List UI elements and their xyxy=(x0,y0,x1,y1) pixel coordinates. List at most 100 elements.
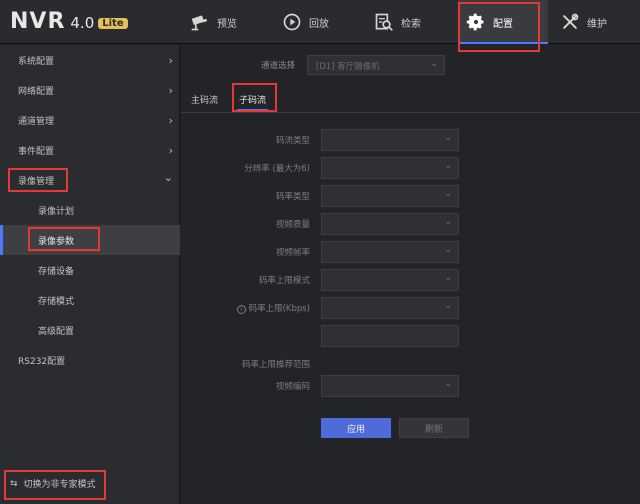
nav-label: 检索 xyxy=(401,18,421,30)
sidebar: 系统配置 › 网络配置 › 通道管理 › 事件配置 › 录像管理 ⌄ 录像计划 … xyxy=(0,45,180,504)
apply-button[interactable]: 应用 xyxy=(321,418,391,438)
sidebar-item-advanced[interactable]: 高级配置 xyxy=(0,315,180,345)
playback-icon xyxy=(283,13,301,31)
chevron-down-icon: ⌄ xyxy=(444,301,452,311)
refresh-button[interactable]: 刷新 xyxy=(399,418,469,438)
bitrate-limit-select[interactable]: ⌄ xyxy=(321,297,459,319)
field-label: 码率上限推荐范围 xyxy=(241,360,310,370)
field-label: 视频质量 xyxy=(275,220,310,230)
form-row-bitrate-limit: i 码率上限(Kbps) ⌄ xyxy=(181,297,640,319)
nav-search[interactable]: 检索 xyxy=(374,0,454,44)
sidebar-item-recording[interactable]: 录像管理 ⌄ xyxy=(0,165,180,195)
tools-icon xyxy=(563,13,579,29)
search-doc-icon xyxy=(375,13,393,31)
form-row-bitrate-type: 码率类型 ⌄ xyxy=(181,185,640,207)
chevron-right-icon: › xyxy=(168,53,173,67)
nav-preview[interactable]: 预览 xyxy=(190,0,270,44)
sidebar-item-event[interactable]: 事件配置 › xyxy=(0,135,180,165)
nav-maintain[interactable]: 维护 xyxy=(560,0,635,44)
lite-badge: Lite xyxy=(98,18,128,29)
sidebar-item-label: 系统配置 xyxy=(18,56,55,67)
sidebar-item-record-schedule[interactable]: 录像计划 xyxy=(0,195,180,225)
logo-version: 4.0 xyxy=(70,14,95,32)
field-label: 分辨率 (最大为6) xyxy=(244,164,310,174)
gear-icon xyxy=(466,13,484,31)
field-label: 视频帧率 xyxy=(275,248,310,258)
video-quality-select[interactable]: ⌄ xyxy=(321,213,459,235)
resolution-select[interactable]: ⌄ xyxy=(321,157,459,179)
camera-icon xyxy=(191,15,208,31)
nav-label: 回放 xyxy=(309,18,329,30)
sidebar-item-label: 通道管理 xyxy=(18,116,55,127)
sidebar-item-label: 录像参数 xyxy=(38,236,75,247)
chevron-down-icon: ⌄ xyxy=(430,59,439,69)
chevron-down-icon: ⌄ xyxy=(444,133,452,143)
main-content: 通道选择 [D1] 客厅摄像机 ⌄ 主码流 子码流 码流类型 ⌄ 分辨率 (最大… xyxy=(181,45,640,504)
form-row-bitrate-range: 码率上限推荐范围 xyxy=(181,353,640,375)
nav-playback[interactable]: 回放 xyxy=(282,0,362,44)
video-encoding-select[interactable]: ⌄ xyxy=(321,375,459,397)
chevron-right-icon: › xyxy=(168,143,173,157)
sidebar-item-system[interactable]: 系统配置 › xyxy=(0,45,180,75)
chevron-right-icon: › xyxy=(168,83,173,97)
info-icon: i xyxy=(236,305,246,314)
sidebar-item-label: 网络配置 xyxy=(18,86,55,97)
sidebar-item-label: 事件配置 xyxy=(18,146,55,157)
field-label: 码率类型 xyxy=(275,192,310,202)
nav-config[interactable]: 配置 xyxy=(458,0,548,44)
form-row-bitrate-limit-mode: 码率上限模式 ⌄ xyxy=(181,269,640,291)
stream-type-select[interactable]: ⌄ xyxy=(321,129,459,151)
form-row-frame-rate: 视频帧率 ⌄ xyxy=(181,241,640,263)
form-row-video-quality: 视频质量 ⌄ xyxy=(181,213,640,235)
stream-tabs: 主码流 子码流 xyxy=(181,85,640,113)
sidebar-item-label: 录像计划 xyxy=(38,206,75,217)
field-label: 码流类型 xyxy=(275,136,310,146)
field-label: i 码率上限(Kbps) xyxy=(236,302,310,314)
mode-switch-label: 切换为非专家模式 xyxy=(23,480,96,490)
tab-active-underline xyxy=(237,109,269,111)
sidebar-item-record-params[interactable]: 录像参数 xyxy=(0,225,180,255)
bitrate-input[interactable] xyxy=(321,325,459,347)
sidebar-item-label: 存储模式 xyxy=(38,296,75,307)
chevron-down-icon: ⌄ xyxy=(444,189,452,199)
chevron-down-icon: ⌄ xyxy=(444,273,452,283)
chevron-down-icon: ⌄ xyxy=(163,171,173,184)
form-row-stream-type: 码流类型 ⌄ xyxy=(181,129,640,151)
selected-indicator xyxy=(0,225,3,255)
logo-text: NVR xyxy=(10,9,66,34)
sidebar-item-label: 录像管理 xyxy=(18,176,55,187)
chevron-down-icon: ⌄ xyxy=(444,245,452,255)
channel-label: 通道选择 xyxy=(261,61,296,71)
tab-main-stream[interactable]: 主码流 xyxy=(191,93,218,106)
sidebar-item-rs232[interactable]: RS232配置 xyxy=(0,345,180,375)
frame-rate-select[interactable]: ⌄ xyxy=(321,241,459,263)
bitrate-type-select[interactable]: ⌄ xyxy=(321,185,459,207)
form-row-resolution: 分辨率 (最大为6) ⌄ xyxy=(181,157,640,179)
active-underline xyxy=(458,42,548,44)
nav-label: 维护 xyxy=(587,18,607,30)
logo: NVR 4.0 Lite xyxy=(10,9,128,35)
form-row-bitrate-input xyxy=(181,325,640,347)
sidebar-item-label: RS232配置 xyxy=(18,356,66,367)
nav-label: 配置 xyxy=(493,18,513,30)
channel-select-row: 通道选择 [D1] 客厅摄像机 ⌄ xyxy=(261,55,446,75)
tab-label: 主码流 xyxy=(191,96,219,106)
mode-switch-button[interactable]: ⇆ 切换为非专家模式 xyxy=(10,477,96,491)
field-label: 视频编码 xyxy=(275,382,310,392)
sidebar-item-storage-device[interactable]: 存储设备 xyxy=(0,255,180,285)
chevron-down-icon: ⌄ xyxy=(444,379,452,389)
top-bar: NVR 4.0 Lite 预览 回放 检索 配置 维护 xyxy=(0,0,640,44)
nav-label: 预览 xyxy=(217,18,237,30)
chevron-right-icon: › xyxy=(168,113,173,127)
channel-select[interactable]: [D1] 客厅摄像机 ⌄ xyxy=(307,55,446,75)
sidebar-item-channel[interactable]: 通道管理 › xyxy=(0,105,180,135)
tab-sub-stream[interactable]: 子码流 xyxy=(237,93,269,111)
tab-label: 子码流 xyxy=(239,96,267,106)
sidebar-item-storage-mode[interactable]: 存储模式 xyxy=(0,285,180,315)
switch-icon: ⇆ xyxy=(10,478,18,489)
chevron-down-icon: ⌄ xyxy=(444,217,452,227)
sidebar-item-network[interactable]: 网络配置 › xyxy=(0,75,180,105)
bitrate-limit-mode-select[interactable]: ⌄ xyxy=(321,269,459,291)
sidebar-item-label: 高级配置 xyxy=(38,326,75,337)
field-label: 码率上限模式 xyxy=(258,276,310,286)
